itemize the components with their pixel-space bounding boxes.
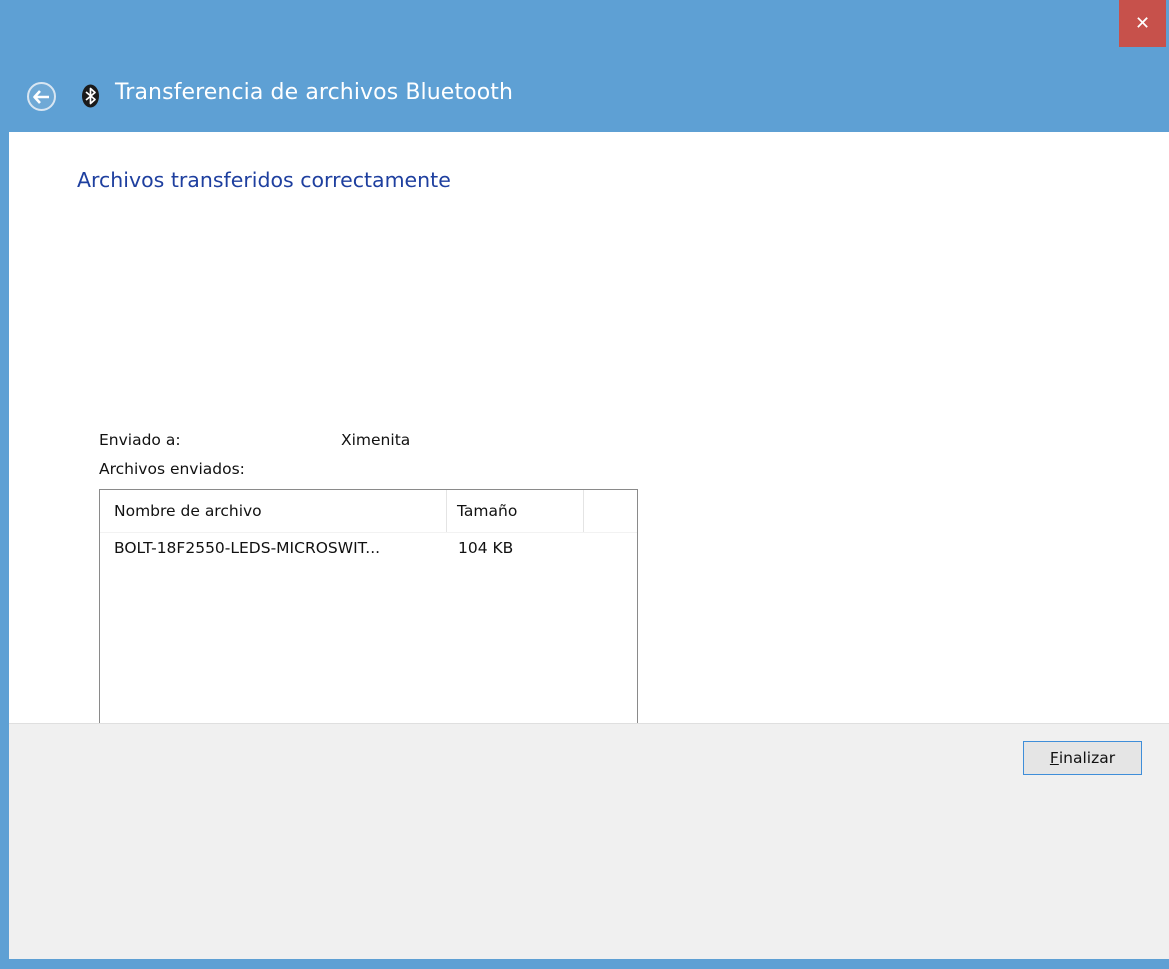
window-title: Transferencia de archivos Bluetooth xyxy=(115,80,514,105)
bluetooth-icon xyxy=(82,84,99,108)
footer-bar xyxy=(9,723,1169,959)
close-icon: ✕ xyxy=(1134,13,1151,34)
table-row[interactable]: BOLT-18F2550-LEDS-MICROSWIT... 104 KB xyxy=(100,533,637,563)
finish-button[interactable]: Finalizar xyxy=(1023,741,1142,775)
file-list[interactable]: Nombre de archivo Tamaño BOLT-18F2550-LE… xyxy=(99,489,638,745)
back-button[interactable] xyxy=(27,82,56,111)
back-arrow-icon xyxy=(33,89,49,104)
column-separator[interactable] xyxy=(583,490,584,532)
page-heading: Archivos transferidos correctamente xyxy=(77,168,451,192)
sent-to-value: Ximenita xyxy=(341,431,411,449)
sent-to-label: Enviado a: xyxy=(99,431,181,449)
file-name-cell: BOLT-18F2550-LEDS-MICROSWIT... xyxy=(114,539,381,557)
bluetooth-transfer-window: ✕ Transferencia de archivos Bluetooth Ar… xyxy=(0,0,1169,969)
column-header-filename[interactable]: Nombre de archivo xyxy=(100,490,446,532)
files-sent-label: Archivos enviados: xyxy=(99,460,245,478)
close-button[interactable]: ✕ xyxy=(1119,0,1166,47)
column-header-size[interactable]: Tamaño xyxy=(447,490,583,532)
file-size-cell: 104 KB xyxy=(458,539,514,557)
